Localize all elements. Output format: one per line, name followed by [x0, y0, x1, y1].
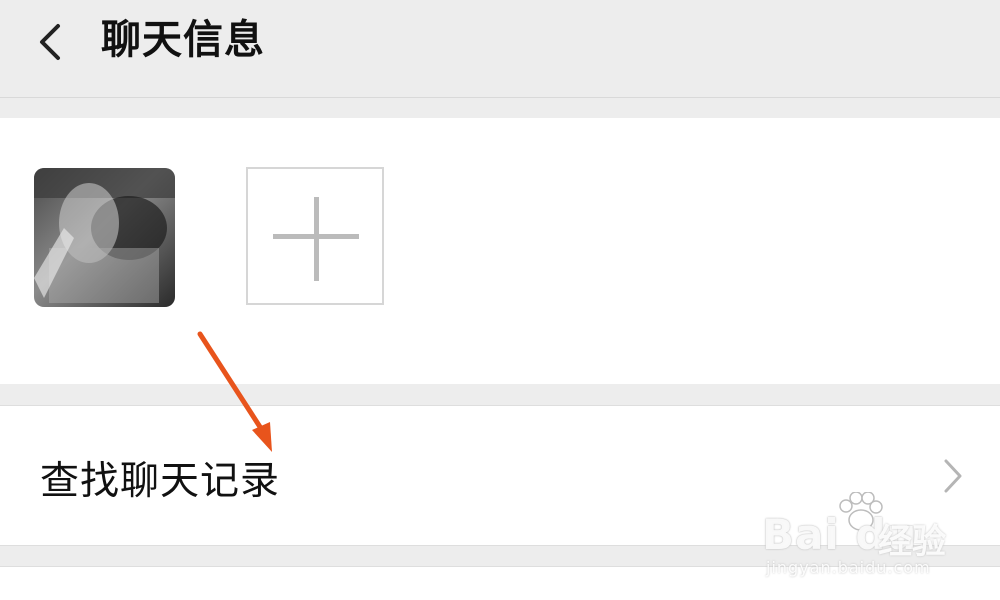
watermark-url: jingyan.baidu.com: [766, 558, 931, 577]
member-avatar[interactable]: [34, 168, 175, 307]
search-chat-history-label: 查找聊天记录: [40, 459, 281, 504]
add-member-button[interactable]: [246, 167, 384, 305]
nav-bar: 聊天信息: [0, 0, 1000, 98]
avatar-image: [34, 168, 175, 307]
back-chevron-icon[interactable]: [34, 22, 74, 62]
watermark-cn: 经验: [878, 522, 946, 562]
page-title: 聊天信息: [101, 17, 265, 63]
chevron-right-icon: [944, 459, 962, 493]
plus-icon: [273, 197, 359, 281]
